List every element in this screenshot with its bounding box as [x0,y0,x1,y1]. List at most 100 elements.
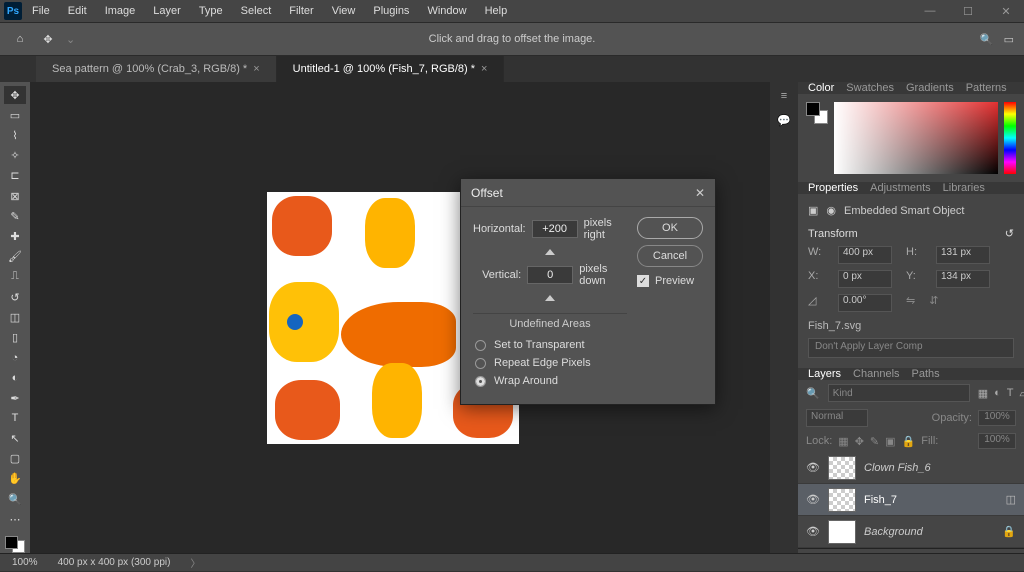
move-tool[interactable]: ✥ [4,86,26,104]
layer-name[interactable]: Fish_7 [864,494,897,506]
workspace-icon[interactable]: ▭ [1004,33,1014,46]
lock-icon[interactable]: 🔒 [902,435,916,448]
color-fg-bg[interactable] [806,102,828,124]
visibility-icon[interactable]: 👁 [806,493,820,506]
layer-row[interactable]: 👁 Background 🔒 [798,516,1024,548]
filter-adj-icon[interactable]: ◐ [994,387,1001,400]
tab-close-icon[interactable]: × [253,63,259,75]
tab-paths[interactable]: Paths [912,368,940,380]
lock-nested-icon[interactable]: ▣ [885,435,895,448]
hand-tool[interactable]: ✋ [4,470,26,488]
zoom-tool[interactable]: 🔍 [4,490,26,508]
lock-pixel-icon[interactable]: ✎ [870,435,879,448]
blur-tool[interactable]: ◔ [4,349,26,367]
history-brush-tool[interactable]: ↺ [4,288,26,306]
frame-tool[interactable]: ⊠ [4,187,26,205]
hue-slider[interactable] [1004,102,1016,174]
gradient-tool[interactable]: ▯ [4,328,26,346]
fill-value[interactable]: 100% [978,433,1016,449]
radio-wrap-around[interactable]: Wrap Around [473,372,627,390]
path-select-tool[interactable]: ↖ [4,429,26,447]
menu-plugins[interactable]: Plugins [365,3,417,19]
menu-image[interactable]: Image [97,3,144,19]
close-icon[interactable]: ✕ [992,5,1020,18]
home-icon[interactable]: ⌂ [10,29,30,49]
move-tool-icon[interactable]: ✥ [38,29,58,49]
dialog-titlebar[interactable]: Offset ✕ [461,179,715,207]
cancel-button[interactable]: Cancel [637,245,703,267]
type-tool[interactable]: T [4,409,26,427]
visibility-icon[interactable]: 👁 [806,525,820,538]
tab-adjustments[interactable]: Adjustments [870,182,931,194]
tab-properties[interactable]: Properties [808,182,858,194]
dock-icon[interactable]: 💬 [777,114,791,127]
edit-toolbar[interactable]: ⋯ [4,510,26,528]
lock-all-icon[interactable]: ▦ [838,435,848,448]
menu-filter[interactable]: Filter [281,3,321,19]
tab-channels[interactable]: Channels [853,368,899,380]
menu-type[interactable]: Type [191,3,231,19]
vertical-slider[interactable] [481,295,619,301]
lock-pos-icon[interactable]: ✥ [855,435,864,448]
tab-gradients[interactable]: Gradients [906,82,954,94]
x-value[interactable]: 0 px [838,270,892,288]
zoom-level[interactable]: 100% [12,557,38,568]
dock-icon[interactable]: ≡ [781,90,787,102]
flip-v-icon[interactable]: ⇵ [929,294,938,312]
layer-name[interactable]: Clown Fish_6 [864,462,931,474]
lasso-tool[interactable]: ⌇ [4,126,26,144]
menu-file[interactable]: File [24,3,58,19]
layer-row[interactable]: 👁 Clown Fish_6 [798,452,1024,484]
menu-help[interactable]: Help [477,3,516,19]
vertical-input[interactable] [527,266,573,284]
layer-name[interactable]: Background [864,526,923,538]
tab-patterns[interactable]: Patterns [966,82,1007,94]
h-value[interactable]: 131 px [936,246,990,264]
menu-layer[interactable]: Layer [145,3,189,19]
filter-shape-icon[interactable]: ▱ [1020,387,1024,400]
horizontal-slider[interactable] [481,249,619,255]
dodge-tool[interactable]: ◐ [4,369,26,387]
doc-info[interactable]: 400 px x 400 px (300 ppi) [58,557,171,568]
blend-mode-select[interactable]: Normal [806,409,868,427]
reset-icon[interactable]: ↺ [1005,227,1014,240]
tab-color[interactable]: Color [808,82,834,94]
tab-sea-pattern[interactable]: Sea pattern @ 100% (Crab_3, RGB/8) * × [36,56,277,82]
marquee-tool[interactable]: ▭ [4,106,26,124]
filter-type-icon[interactable]: T [1007,387,1014,400]
layer-row[interactable]: 👁 Fish_7 ◫ [798,484,1024,516]
tab-untitled-1[interactable]: Untitled-1 @ 100% (Fish_7, RGB/8) * × [277,56,505,82]
maximize-icon[interactable]: ☐ [954,5,982,18]
opacity-value[interactable]: 100% [978,410,1016,426]
ok-button[interactable]: OK [637,217,703,239]
search-icon[interactable]: 🔍 [980,33,994,46]
kind-filter[interactable] [828,384,970,402]
eyedropper-tool[interactable]: ✎ [4,207,26,225]
y-value[interactable]: 134 px [936,270,990,288]
visibility-icon[interactable]: 👁 [806,461,820,474]
shape-tool[interactable]: ▢ [4,450,26,468]
dialog-close-icon[interactable]: ✕ [695,186,705,200]
menu-select[interactable]: Select [233,3,280,19]
tab-libraries[interactable]: Libraries [943,182,985,194]
color-picker[interactable] [834,102,998,174]
menu-view[interactable]: View [324,3,364,19]
stamp-tool[interactable]: ⎍ [4,268,26,286]
minimize-icon[interactable]: — [916,5,944,17]
crop-tool[interactable]: ⊏ [4,167,26,185]
filter-pixel-icon[interactable]: ▦ [978,387,988,400]
flip-h-icon[interactable]: ⇋ [906,294,915,312]
canvas-area[interactable]: Offset ✕ Horizontal: pixels right Vertic… [30,82,770,553]
tab-layers[interactable]: Layers [808,368,841,380]
menu-window[interactable]: Window [419,3,474,19]
tab-close-icon[interactable]: × [481,63,487,75]
horizontal-input[interactable] [532,220,578,238]
wand-tool[interactable]: ✧ [4,147,26,165]
preview-checkbox[interactable]: ✓ Preview [637,275,703,287]
brush-tool[interactable]: 🖌 [4,248,26,266]
w-value[interactable]: 400 px [838,246,892,264]
eraser-tool[interactable]: ◫ [4,308,26,326]
radio-repeat-edge[interactable]: Repeat Edge Pixels [473,354,627,372]
tab-swatches[interactable]: Swatches [846,82,894,94]
pen-tool[interactable]: ✒ [4,389,26,407]
